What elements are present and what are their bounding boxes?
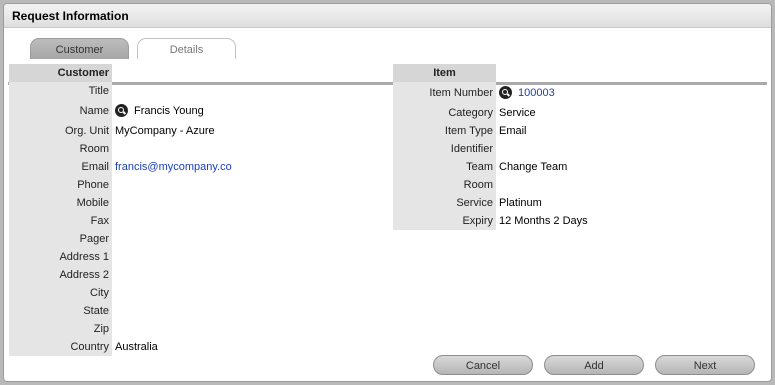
customer-country-row: Country Australia [9,338,396,356]
customer-zip-row: Zip [9,320,396,338]
field-value-name: Francis Young [134,105,204,117]
item-service-row: Service Platinum [393,194,767,212]
field-label-email: Email [9,158,112,176]
field-label-title: Title [9,82,112,100]
customer-header: Customer [9,64,112,82]
action-buttons: Cancel Add Next [433,355,755,375]
search-icon[interactable] [499,85,512,99]
field-label-name: Name [9,100,112,122]
customer-org-unit-row: Org. Unit MyCompany - Azure [9,122,396,140]
customer-mobile-row: Mobile [9,194,396,212]
field-label-address-1: Address 1 [9,248,112,266]
field-label-mobile: Mobile [9,194,112,212]
field-label-service: Service [393,194,496,212]
email-link[interactable]: francis@mycompany.co [115,158,232,176]
field-value-item-number-wrap: 100003 [499,82,555,104]
field-value-expiry: 12 Months 2 Days [499,215,588,227]
customer-fax-row: Fax [9,212,396,230]
field-label-category: Category [393,104,496,122]
customer-state-row: State [9,302,396,320]
field-label-address-2: Address 2 [9,266,112,284]
field-label-item-room: Room [393,176,496,194]
field-label-item-type: Item Type [393,122,496,140]
field-label-zip: Zip [9,320,112,338]
item-team-row: Team Change Team [393,158,767,176]
customer-city-row: City [9,284,396,302]
tab-customer[interactable]: Customer [30,38,129,59]
item-header-row: Item [393,64,767,82]
tab-bar: Customer Details [4,28,771,85]
field-value-name-wrap: Francis Young [115,100,204,122]
next-button[interactable]: Next [655,355,755,375]
field-label-phone: Phone [9,176,112,194]
field-value-team: Change Team [499,161,568,173]
tab-details[interactable]: Details [137,38,236,59]
item-category-row: Category Service [393,104,767,122]
field-label-pager: Pager [9,230,112,248]
item-section: Item Item Number 100003 Category Service… [393,64,767,230]
item-number-row: Item Number 100003 [393,82,767,104]
item-room-row: Room [393,176,767,194]
field-value-service: Platinum [499,197,542,209]
field-label-city: City [9,284,112,302]
customer-name-row: Name Francis Young [9,100,396,122]
item-expiry-row: Expiry 12 Months 2 Days [393,212,767,230]
item-type-row: Item Type Email [393,122,767,140]
customer-email-row: Email francis@mycompany.co [9,158,396,176]
add-button[interactable]: Add [544,355,644,375]
field-value-org-unit: MyCompany - Azure [115,125,215,137]
field-value-category: Service [499,107,536,119]
customer-room-row: Room [9,140,396,158]
customer-address1-row: Address 1 [9,248,396,266]
window-title: Request Information [4,4,771,28]
customer-header-row: Customer [9,64,396,82]
request-content: Customer Title Name Francis Young Org. U… [9,61,768,356]
field-value-country: Australia [115,341,158,353]
field-label-item-number: Item Number [393,82,496,104]
customer-title-row: Title [9,82,396,100]
field-label-org-unit: Org. Unit [9,122,112,140]
item-identifier-row: Identifier [393,140,767,158]
item-number-link[interactable]: 100003 [518,87,555,99]
customer-pager-row: Pager [9,230,396,248]
request-information-window: Request Information Customer Details Cus… [3,3,772,382]
item-header: Item [393,64,496,82]
field-label-country: Country [9,338,112,356]
field-label-identifier: Identifier [393,140,496,158]
field-label-room: Room [9,140,112,158]
field-value-item-type: Email [499,125,527,137]
cancel-button[interactable]: Cancel [433,355,533,375]
search-icon[interactable] [115,103,128,117]
field-label-fax: Fax [9,212,112,230]
field-label-team: Team [393,158,496,176]
field-label-state: State [9,302,112,320]
customer-address2-row: Address 2 [9,266,396,284]
customer-section: Customer Title Name Francis Young Org. U… [9,64,396,356]
customer-phone-row: Phone [9,176,396,194]
field-label-expiry: Expiry [393,212,496,230]
